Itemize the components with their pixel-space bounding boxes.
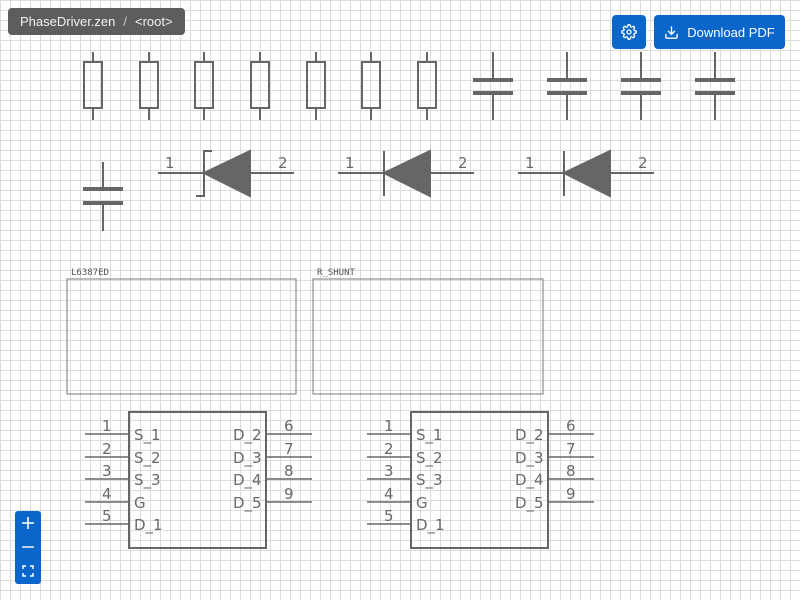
pin-name: S_1	[134, 426, 161, 445]
l6387ed-block[interactable]	[66, 278, 297, 395]
pin-name: S_2	[134, 449, 161, 468]
capacitor-symbol[interactable]	[547, 52, 587, 120]
diode-symbol[interactable]	[338, 149, 474, 198]
diode-pin-label: 1	[345, 154, 355, 172]
pin-number: 7	[566, 440, 576, 458]
diode-pin-label: 1	[525, 154, 535, 172]
plus-icon	[22, 517, 34, 529]
pin-number: 1	[102, 417, 112, 435]
block-title: R_SHUNT	[317, 268, 356, 278]
pin-name: S_1	[416, 426, 443, 445]
pin-number: 8	[566, 462, 576, 480]
schematic-canvas[interactable]: 1 2 1 2 1 2 L6387ED R_SHUNT 1 2 3 4 5 S_…	[0, 0, 800, 600]
r-shunt-block[interactable]	[312, 278, 544, 395]
pin-name: D_3	[233, 449, 262, 468]
pin-name: G	[416, 494, 428, 512]
zoom-controls	[15, 511, 41, 584]
pin-number: 9	[284, 485, 294, 503]
diode-pin-label: 2	[278, 154, 288, 172]
pin-number: 2	[384, 440, 394, 458]
capacitor-symbol[interactable]	[621, 52, 661, 120]
pin-name: D_5	[515, 494, 544, 513]
pin-number: 2	[102, 440, 112, 458]
resistor-symbol[interactable]	[417, 52, 437, 120]
diode-pin-label: 2	[458, 154, 468, 172]
pin-number: 8	[284, 462, 294, 480]
pin-name: D_4	[233, 471, 262, 490]
resistor-symbol[interactable]	[139, 52, 159, 120]
diode-pin-label: 2	[638, 154, 648, 172]
resistor-symbol[interactable]	[194, 52, 214, 120]
pin-number: 7	[284, 440, 294, 458]
resistor-symbol[interactable]	[306, 52, 326, 120]
pin-name: D_2	[515, 426, 544, 445]
schottky-diode-symbol[interactable]	[158, 149, 294, 198]
capacitor-symbol[interactable]	[83, 162, 123, 231]
pin-number: 5	[102, 507, 112, 525]
pin-name: S_3	[416, 471, 443, 490]
pin-name: D_1	[416, 516, 445, 535]
pin-number: 6	[566, 417, 576, 435]
pin-name: D_3	[515, 449, 544, 468]
pin-number: 3	[102, 462, 112, 480]
diode-symbol[interactable]	[518, 149, 654, 198]
pin-name: D_1	[134, 516, 163, 535]
pin-number: 4	[384, 485, 394, 503]
block-title: L6387ED	[71, 268, 109, 278]
resistor-symbol[interactable]	[83, 52, 103, 120]
pin-number: 1	[384, 417, 394, 435]
resistor-symbol[interactable]	[250, 52, 270, 120]
fit-screen-icon	[22, 565, 34, 577]
pin-number: 6	[284, 417, 294, 435]
zoom-in-button[interactable]	[15, 511, 41, 535]
pin-number: 5	[384, 507, 394, 525]
capacitor-symbol[interactable]	[473, 52, 513, 120]
minus-icon	[22, 546, 34, 548]
pin-number: 3	[384, 462, 394, 480]
pin-name: D_2	[233, 426, 262, 445]
fit-screen-button[interactable]	[15, 559, 41, 583]
pin-name: G	[134, 494, 146, 512]
pin-name: S_2	[416, 449, 443, 468]
resistor-symbol[interactable]	[361, 52, 381, 120]
diode-pin-label: 1	[165, 154, 175, 172]
pin-name: D_5	[233, 494, 262, 513]
capacitor-symbol[interactable]	[695, 52, 735, 120]
pin-number: 4	[102, 485, 112, 503]
pin-name: S_3	[134, 471, 161, 490]
pin-name: D_4	[515, 471, 544, 490]
zoom-out-button[interactable]	[15, 535, 41, 559]
pin-number: 9	[566, 485, 576, 503]
